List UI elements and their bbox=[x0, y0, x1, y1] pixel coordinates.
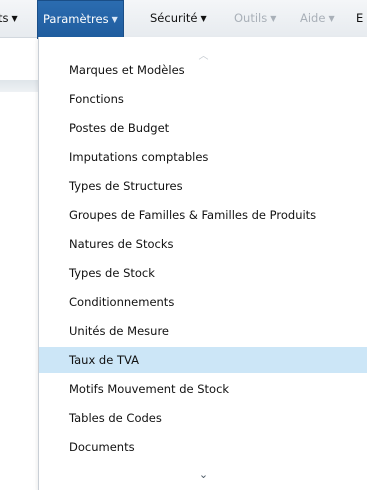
menu-item-motifs-mouvement-stock[interactable]: Motifs Mouvement de Stock bbox=[39, 376, 367, 402]
menu-parametres[interactable]: Paramètres ▼ bbox=[37, 0, 124, 39]
menu-outils[interactable]: Outils ▼ bbox=[234, 0, 276, 37]
caret-down-icon: ▼ bbox=[328, 14, 335, 23]
menu-item-conditionnements[interactable]: Conditionnements bbox=[39, 289, 367, 315]
menu-item-tables-codes[interactable]: Tables de Codes bbox=[39, 405, 367, 431]
caret-down-icon: ▼ bbox=[11, 14, 18, 23]
parametres-dropdown: ︿ Marques et Modèles Fonctions Postes de… bbox=[38, 37, 367, 490]
menu-securite[interactable]: Sécurité ▼ bbox=[150, 0, 207, 37]
menu-securite-label: Sécurité bbox=[150, 11, 198, 25]
caret-down-icon: ▼ bbox=[270, 14, 277, 23]
menu-item-documents[interactable]: Documents bbox=[39, 434, 367, 460]
caret-down-icon: ▼ bbox=[111, 15, 118, 24]
menu-outils-label: Outils bbox=[234, 11, 268, 25]
menu-bar: ts ▼ Paramètres ▼ Sécurité ▼ Outils ▼ Aide ▼ … bbox=[0, 0, 367, 39]
menu-item-imputations-comptables[interactable]: Imputations comptables bbox=[39, 144, 367, 170]
menu-item-postes-budget[interactable]: Postes de Budget bbox=[39, 115, 367, 141]
menu-parametres-label: Paramètres bbox=[43, 12, 109, 26]
menu-partial-right[interactable]: E bbox=[356, 0, 363, 37]
menu-partial-left[interactable]: ts ▼ bbox=[0, 0, 18, 37]
menu-item-unites-mesure[interactable]: Unités de Mesure bbox=[39, 318, 367, 344]
menu-aide-label: Aide bbox=[300, 11, 326, 25]
menu-item-fonctions[interactable]: Fonctions bbox=[39, 86, 367, 112]
menu-item-types-structures[interactable]: Types de Structures bbox=[39, 173, 367, 199]
menu-item-marques-modeles[interactable]: Marques et Modèles bbox=[39, 57, 367, 83]
page-background-strip bbox=[0, 80, 38, 92]
menu-aide[interactable]: Aide ▼ bbox=[300, 0, 335, 37]
menu-item-taux-tva[interactable]: Taux de TVA bbox=[39, 347, 367, 373]
chevron-down-icon[interactable]: ⌄ bbox=[39, 468, 367, 482]
menu-partial-right-label: E bbox=[356, 11, 364, 25]
menu-partial-left-label: ts bbox=[0, 11, 9, 25]
menu-item-natures-stocks[interactable]: Natures de Stocks bbox=[39, 231, 367, 257]
menu-item-types-stock[interactable]: Types de Stock bbox=[39, 260, 367, 286]
menu-item-groupes-familles[interactable]: Groupes de Familles & Familles de Produi… bbox=[39, 202, 367, 228]
caret-down-icon: ▼ bbox=[200, 14, 207, 23]
